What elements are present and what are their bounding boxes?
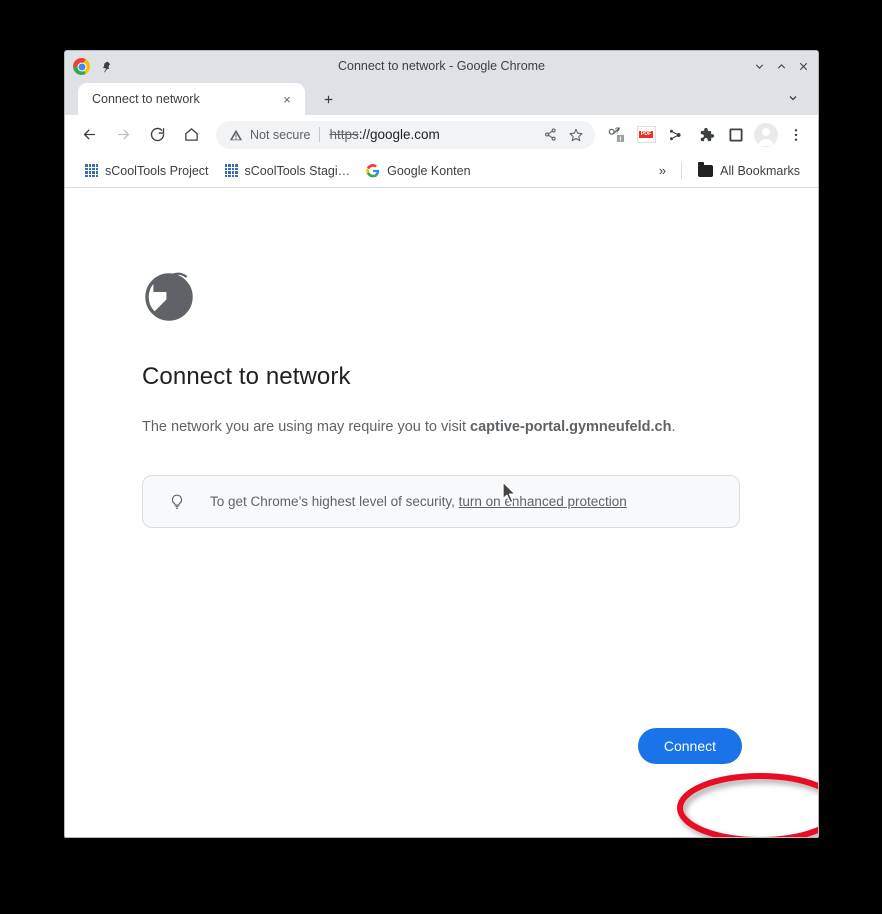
chrome-menu-icon[interactable] [782, 121, 810, 149]
omnibox-actions [537, 122, 589, 148]
bookmark-scooltools-staging[interactable]: sCoolTools Stagi… [217, 160, 359, 182]
tab-close-icon[interactable]: × [279, 91, 295, 107]
back-button[interactable] [75, 121, 103, 149]
tab-connect-to-network[interactable]: Connect to network × [78, 83, 305, 115]
window-title: Connect to network - Google Chrome [337, 59, 546, 73]
pdf-badge-label: PDF [638, 131, 654, 138]
chrome-logo-icon [73, 58, 90, 75]
bookmarks-divider [681, 162, 683, 179]
forward-button[interactable] [109, 121, 137, 149]
bookmark-scooltools-project[interactable]: sCoolTools Project [77, 160, 217, 182]
bookmarks-bar-right: » All Bookmarks [652, 160, 808, 182]
tab-search-chevron-down-icon[interactable] [782, 87, 804, 109]
close-button[interactable] [792, 56, 814, 78]
window-titlebar: Connect to network - Google Chrome [65, 51, 818, 82]
all-bookmarks-button[interactable]: All Bookmarks [690, 160, 808, 182]
subtitle-prefix: The network you are using may require yo… [142, 419, 471, 435]
lightbulb-icon [167, 492, 186, 511]
bookmark-google-konten[interactable]: Google Konten [358, 160, 478, 182]
bookmark-label: sCoolTools Project [105, 163, 209, 178]
captive-portal-host: captive-portal.gymneufeld.ch [470, 419, 672, 435]
interstitial-body: Connect to network The network you are u… [142, 263, 742, 529]
bookmark-label: sCoolTools Stagi… [244, 163, 351, 178]
not-secure-warning-icon[interactable] [228, 127, 243, 142]
notice-text-prefix: To get Chrome’s highest level of securit… [210, 494, 459, 510]
folder-icon [698, 162, 714, 177]
share-icon[interactable] [537, 122, 563, 148]
url-rest: ://google.com [358, 127, 440, 142]
grid-icon [85, 164, 98, 177]
connect-button[interactable]: Connect [637, 728, 742, 764]
enhanced-protection-link[interactable]: turn on enhanced protection [459, 494, 627, 509]
page-content: Connect to network The network you are u… [65, 188, 818, 837]
browser-toolbar: Not secure https://google.com ? PDF [65, 115, 818, 154]
bitwarden-extension-icon[interactable] [662, 121, 690, 149]
notice-text: To get Chrome’s highest level of securit… [210, 494, 627, 509]
profile-avatar[interactable] [754, 122, 778, 147]
home-button[interactable] [177, 121, 205, 149]
annotation-ellipse [674, 771, 818, 837]
side-panel-icon[interactable] [722, 121, 750, 149]
all-bookmarks-label: All Bookmarks [720, 163, 800, 178]
subtitle-suffix: . [671, 419, 676, 435]
svg-text:?: ? [614, 126, 619, 136]
bookmarks-bar: sCoolTools Project sCoolTools Stagi… Goo… [65, 154, 818, 188]
maximize-button[interactable] [770, 56, 792, 78]
globe-wifi-icon [142, 263, 204, 325]
password-manager-extension-icon[interactable]: ? [602, 121, 630, 149]
page-actions: Connect [142, 728, 742, 764]
page-title: Connect to network [142, 363, 351, 390]
minimize-button[interactable] [748, 56, 770, 78]
pdf-extension-icon[interactable]: PDF [632, 121, 660, 149]
tab-title: Connect to network [92, 92, 200, 106]
tab-strip: Connect to network × [65, 82, 818, 115]
pin-icon[interactable] [98, 60, 112, 74]
browser-window: Connect to network - Google Chrome Conne… [64, 50, 819, 838]
page-subtitle: The network you are using may require yo… [142, 417, 742, 438]
bookmark-label: Google Konten [387, 163, 471, 178]
url-text: https://google.com [329, 127, 439, 142]
window-controls [748, 56, 818, 78]
pdf-extension-badge: PDF [636, 126, 656, 143]
bookmarks-overflow-icon[interactable]: » [652, 161, 673, 180]
titlebar-left-icons [65, 58, 112, 75]
url-scheme: https [329, 127, 359, 142]
security-status-text: Not secure [250, 127, 311, 142]
google-g-icon [366, 163, 380, 178]
reload-button[interactable] [143, 121, 171, 149]
new-tab-button[interactable] [314, 85, 342, 113]
omnibox-divider [319, 127, 321, 142]
grid-icon [224, 164, 238, 177]
extensions-puzzle-icon[interactable] [692, 121, 720, 149]
bookmark-star-icon[interactable] [563, 122, 589, 148]
enhanced-protection-notice: To get Chrome’s highest level of securit… [142, 475, 740, 529]
address-bar[interactable]: Not secure https://google.com [216, 120, 595, 149]
desktop-background: Connect to network - Google Chrome Conne… [0, 0, 882, 914]
